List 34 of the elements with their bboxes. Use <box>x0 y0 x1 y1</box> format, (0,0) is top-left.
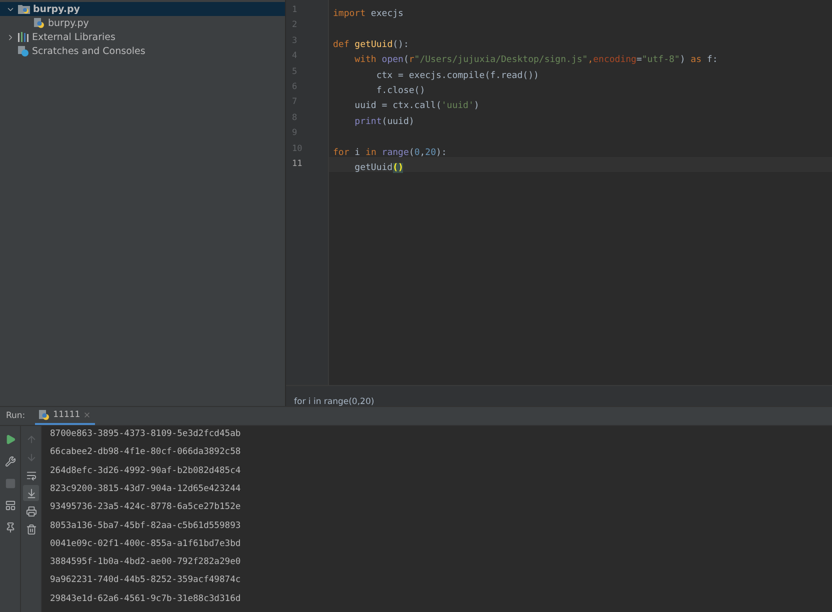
run-tab[interactable]: 11111 <box>35 407 96 426</box>
tree-item[interactable]: External Libraries <box>0 30 285 44</box>
run-label: Run: <box>6 411 26 422</box>
code-line: def getUuid(): <box>333 40 409 50</box>
library-icon <box>18 32 29 42</box>
breadcrumb[interactable]: for i in range(0,20) <box>294 397 374 408</box>
output-line: 66cabee2-db98-4f1e-80cf-066da3892c58 <box>50 447 241 460</box>
python-file-icon <box>39 410 50 421</box>
code-line: for i in range(0,20): <box>333 148 447 158</box>
line-number: 11 <box>291 158 304 171</box>
output-line: 3884595f-1b0a-4bd2-ae00-792f282a29e0 <box>50 557 241 570</box>
code-line: print(uuid) <box>354 116 414 127</box>
code-line: uuid = ctx.call('uuid') <box>354 101 480 112</box>
python-file-icon <box>34 18 45 28</box>
output-line: 93495736-23a5-424c-8778-6a5ce27b152e <box>50 502 241 514</box>
code-line: getUuid() <box>354 162 404 173</box>
code-line: ctx = execjs.compile(f.read()) <box>375 70 539 81</box>
scroll-to-end-icon[interactable] <box>23 485 39 502</box>
output-line: 823c9200-3815-43d7-904a-12d65e423244 <box>50 484 241 496</box>
output-line: 29843e1d-62a6-4561-9c7b-31e88c3d316d <box>50 594 241 606</box>
output-line: 8053a136-5ba7-45bf-82aa-c5b61d559893 <box>50 520 241 533</box>
scratch-icon <box>18 46 29 56</box>
code-line: with open(r"/Users/jujuxia/Desktop/sign.js",encoding="utf-8") as f: <box>354 55 718 66</box>
code-line: import execjs <box>333 9 404 19</box>
output-line: 8700e863-3895-4373-8109-5e3d2fcd45ab <box>50 429 241 442</box>
tree-item[interactable]: Scratches and Consoles <box>0 44 285 58</box>
output-line: 9a962231-740d-44b5-8252-359acf49874c <box>50 575 241 588</box>
code-line: f.close() <box>375 86 426 96</box>
output-line: 264d8efc-3d26-4992-90af-b2b082d485c4 <box>50 466 241 478</box>
tree-item[interactable]: burpy.py <box>0 2 285 16</box>
chevron-icon[interactable] <box>6 32 15 42</box>
output-line: 0041e09c-02f1-400c-855a-a1f61bd7e3bd <box>50 538 241 551</box>
tree-item[interactable]: burpy.py <box>0 16 285 30</box>
python-folder-icon <box>18 4 30 14</box>
